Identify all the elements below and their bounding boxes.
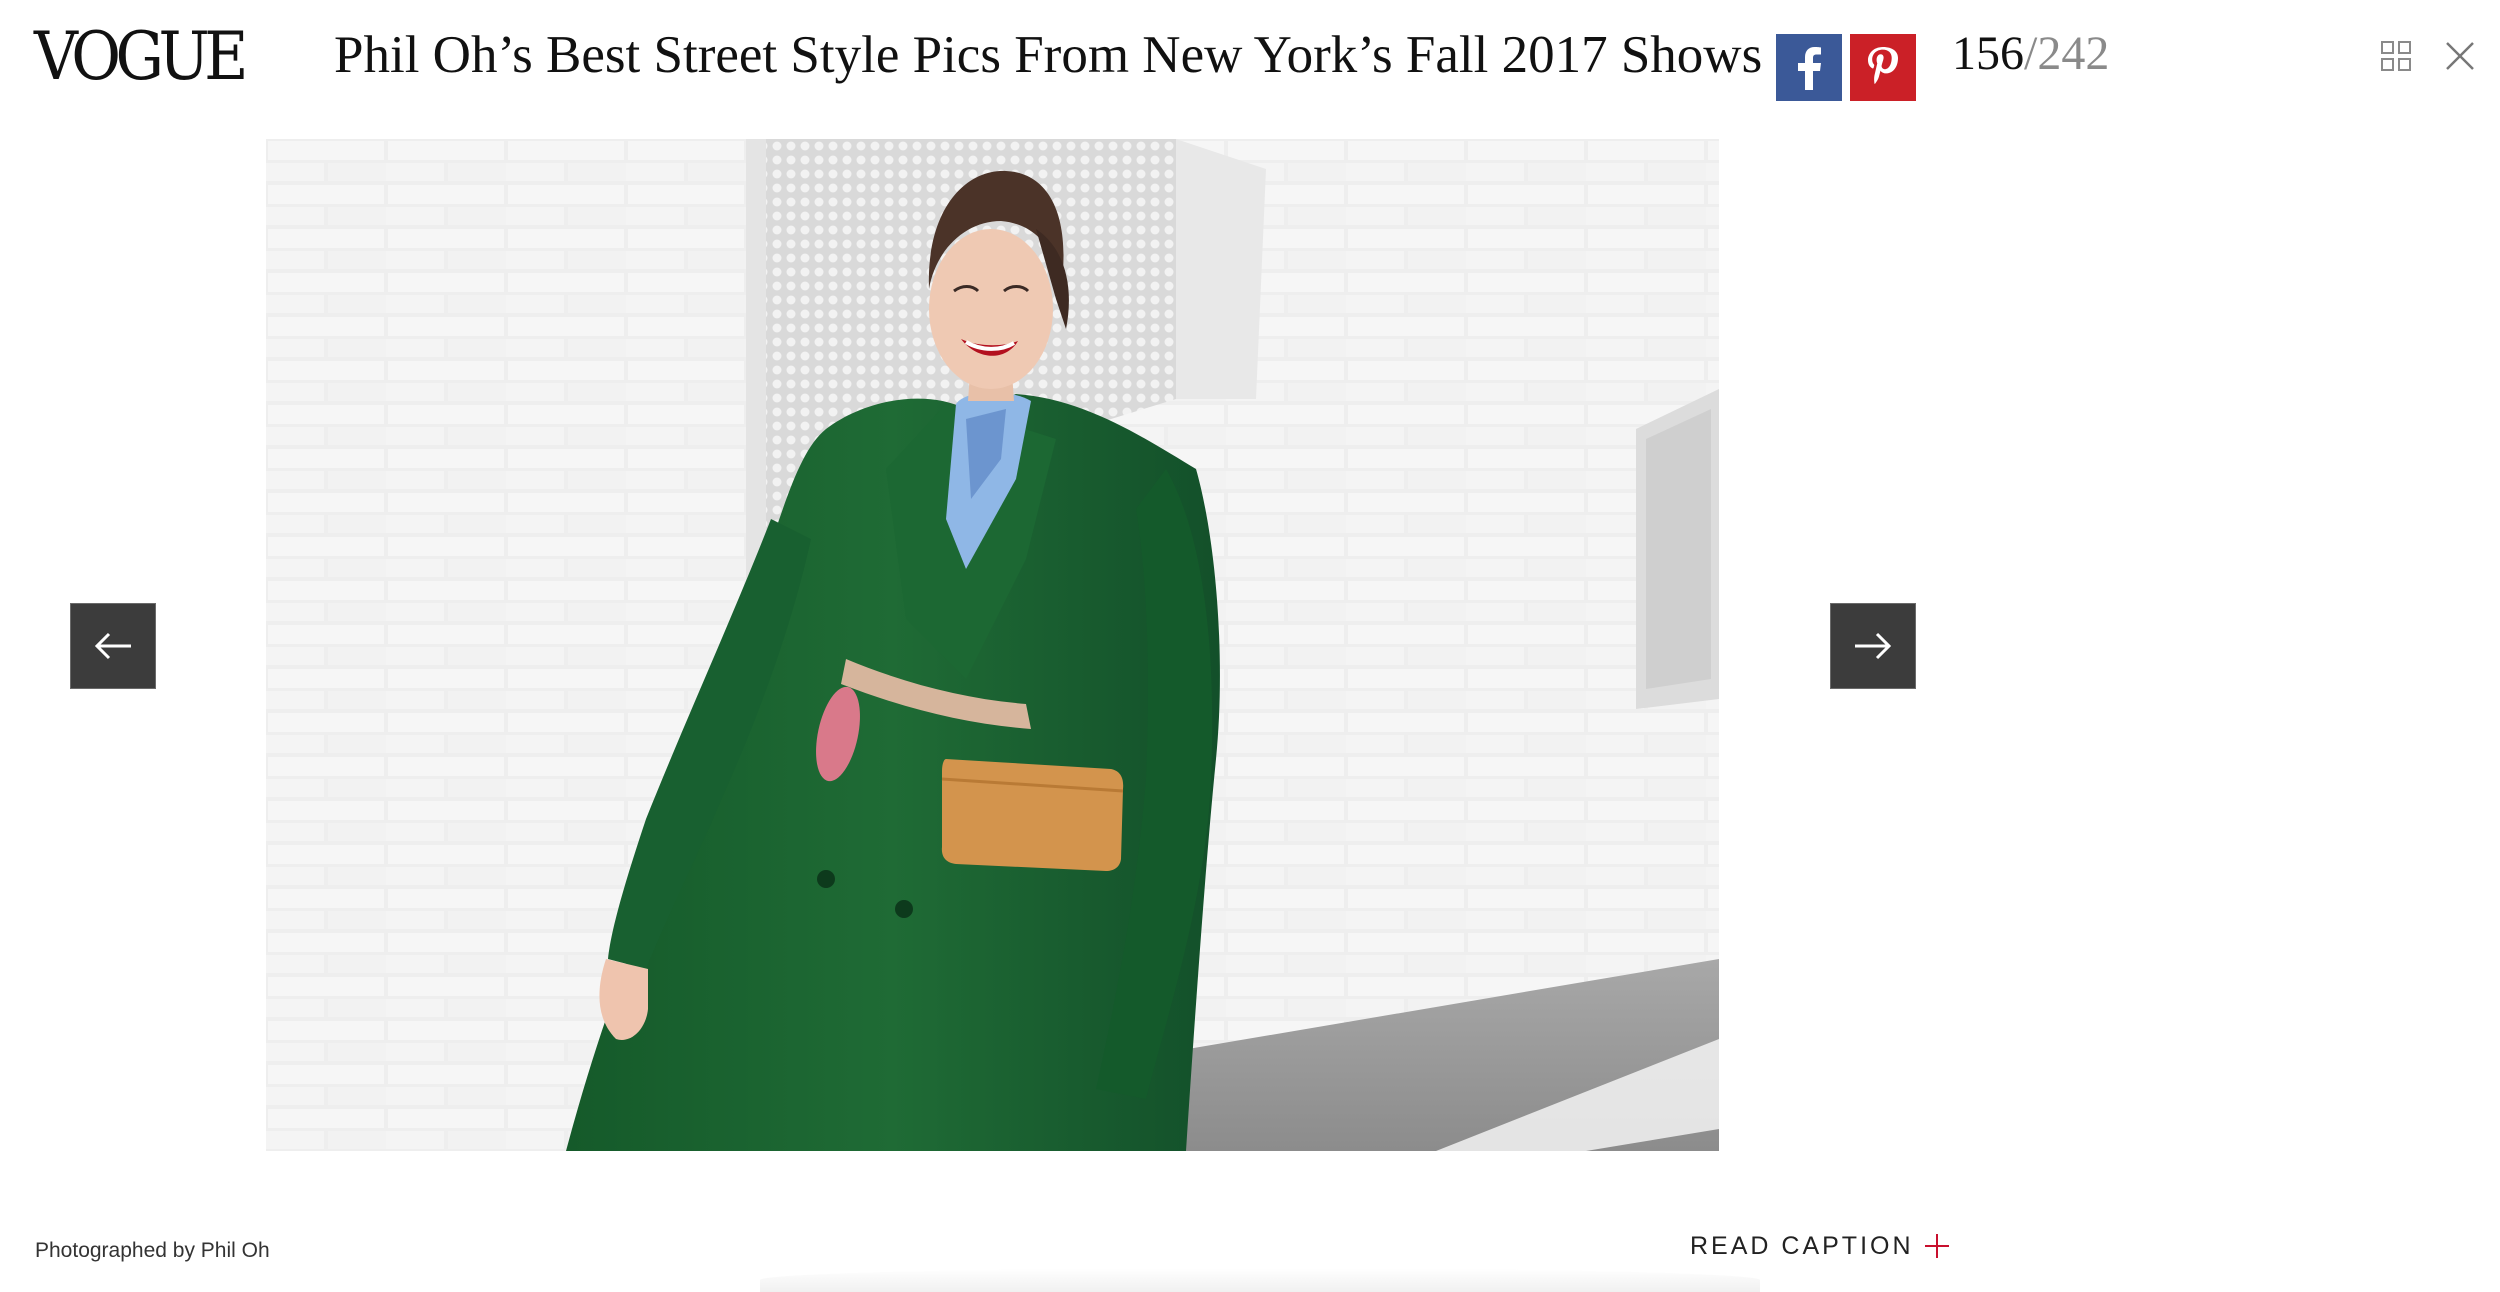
gallery-photo — [266, 139, 1719, 1151]
read-caption-label: READ CAPTION — [1690, 1232, 1914, 1260]
vogue-logo[interactable]: VOGUE — [34, 22, 248, 92]
gallery-title: Phil Oh’s Best Street Style Pics From Ne… — [334, 26, 1763, 84]
previous-slide-button[interactable] — [70, 603, 156, 689]
facebook-icon — [1798, 46, 1821, 90]
slide-total: 242 — [2037, 27, 2110, 80]
slide-separator: / — [2024, 27, 2038, 80]
close-icon — [2446, 42, 2474, 70]
photo-credit: Photographed by Phil Oh — [35, 1239, 270, 1262]
read-caption-button[interactable]: READ CAPTION — [1690, 1226, 1950, 1266]
street-style-photo — [266, 139, 1719, 1151]
next-slide-button[interactable] — [1830, 603, 1916, 689]
arrow-left-icon — [94, 632, 131, 660]
grid-view-button[interactable] — [2376, 36, 2416, 76]
facebook-share-button[interactable] — [1776, 34, 1842, 101]
bottom-shadow — [760, 1268, 1760, 1292]
slide-current: 156 — [1952, 27, 2024, 80]
close-button[interactable] — [2440, 36, 2480, 76]
gallery-page: VOGUE Phil Oh’s Best Street Style Pics F… — [0, 0, 2500, 1292]
slide-counter: 156/242 — [1952, 24, 2109, 84]
pinterest-icon — [1868, 46, 1898, 84]
plus-icon — [1924, 1234, 1949, 1258]
arrow-right-icon — [1855, 632, 1892, 660]
grid-view-icon — [2381, 41, 2411, 71]
pinterest-share-button[interactable] — [1850, 34, 1916, 101]
